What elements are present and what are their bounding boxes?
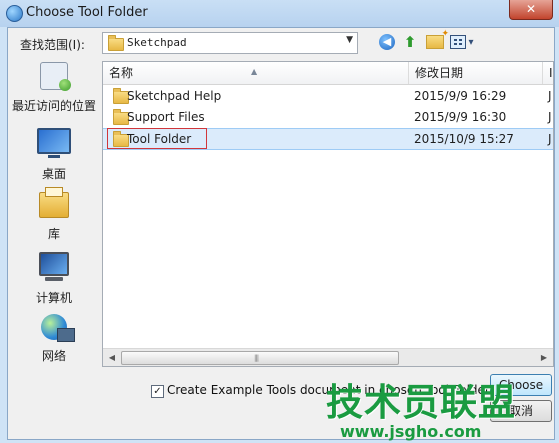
- file-type: J: [548, 89, 552, 103]
- create-example-checkbox[interactable]: ✓: [151, 385, 164, 398]
- new-folder-icon: [426, 29, 449, 49]
- choose-button[interactable]: Choose: [490, 374, 552, 396]
- back-button[interactable]: ◀: [378, 33, 396, 51]
- file-type: J: [548, 110, 552, 124]
- table-row[interactable]: Sketchpad Help 2015/9/9 16:29 J: [103, 86, 553, 106]
- new-folder-button[interactable]: [424, 29, 449, 51]
- computer-icon: [39, 252, 69, 281]
- place-network[interactable]: 网络: [10, 314, 98, 364]
- place-label: 库: [47, 227, 60, 241]
- grip-icon: |||: [254, 354, 259, 362]
- cancel-button[interactable]: 取消: [490, 400, 552, 422]
- desktop-icon: [37, 128, 71, 158]
- scrollbar-thumb[interactable]: |||: [121, 351, 399, 365]
- libraries-icon: [39, 187, 69, 218]
- table-row-selected[interactable]: Tool Folder 2015/10/9 15:27 J: [103, 128, 553, 150]
- file-name: Support Files: [127, 110, 205, 124]
- place-desktop[interactable]: 桌面: [10, 128, 98, 182]
- up-folder-icon: ⬆: [403, 33, 417, 51]
- dialog-body: 查找范围(I): Sketchpad ▼ ◀ ⬆ ▾ 最近访问的位置 桌面 库 …: [7, 27, 555, 440]
- dialog-footer: ✓ Create Example Tools document in chose…: [8, 373, 554, 439]
- place-libraries[interactable]: 库: [10, 187, 98, 242]
- look-in-label: 查找范围(I):: [20, 38, 85, 52]
- back-icon: ◀: [379, 34, 395, 50]
- place-label: 计算机: [35, 291, 72, 305]
- table-row[interactable]: Support Files 2015/9/9 16:30 J: [103, 107, 553, 127]
- view-menu-button[interactable]: ▾: [448, 33, 476, 51]
- file-date: 2015/9/9 16:29: [414, 89, 507, 103]
- close-button[interactable]: ✕: [509, 0, 553, 20]
- up-folder-button[interactable]: ⬆: [401, 33, 419, 51]
- chevron-down-icon[interactable]: ▼: [346, 35, 353, 45]
- window-title: Choose Tool Folder: [26, 5, 148, 20]
- app-icon: [6, 5, 23, 22]
- network-icon: [41, 314, 75, 342]
- column-header-date[interactable]: 修改日期: [409, 62, 543, 84]
- place-label: 网络: [41, 349, 66, 363]
- place-computer[interactable]: 计算机: [10, 252, 98, 306]
- place-label: 最近访问的位置: [11, 99, 96, 113]
- title-bar: Choose Tool Folder ✕: [0, 0, 559, 27]
- folder-icon: [108, 35, 124, 51]
- look-in-dropdown[interactable]: Sketchpad ▼: [102, 32, 358, 54]
- column-header-type[interactable]: I: [543, 62, 553, 84]
- view-menu-icon: [450, 35, 467, 49]
- place-recent[interactable]: 最近访问的位置: [10, 62, 98, 114]
- scroll-left-icon[interactable]: ◀: [105, 351, 119, 364]
- file-list[interactable]: 名称 ▲ 修改日期 I Sketchpad Help 2015/9/9 16:2…: [102, 61, 554, 367]
- file-name: Tool Folder: [127, 132, 192, 146]
- look-in-value: Sketchpad: [127, 36, 187, 49]
- horizontal-scrollbar[interactable]: ◀ ||| ▶: [103, 348, 553, 366]
- file-name: Sketchpad Help: [127, 89, 222, 103]
- recent-places-icon: [40, 62, 71, 91]
- chevron-down-icon: ▾: [468, 36, 474, 48]
- scroll-right-icon[interactable]: ▶: [537, 351, 551, 364]
- file-date: 2015/10/9 15:27: [414, 132, 514, 146]
- create-example-label[interactable]: Create Example Tools document in chosen …: [167, 383, 490, 397]
- file-date: 2015/9/9 16:30: [414, 110, 507, 124]
- column-header-row: 名称 ▲ 修改日期 I: [103, 62, 553, 85]
- file-type: J: [548, 132, 552, 146]
- column-header-name[interactable]: 名称 ▲: [103, 62, 409, 84]
- place-label: 桌面: [41, 167, 66, 181]
- places-bar: 最近访问的位置 桌面 库 计算机 网络: [10, 62, 98, 382]
- sort-arrow-icon: ▲: [251, 67, 258, 76]
